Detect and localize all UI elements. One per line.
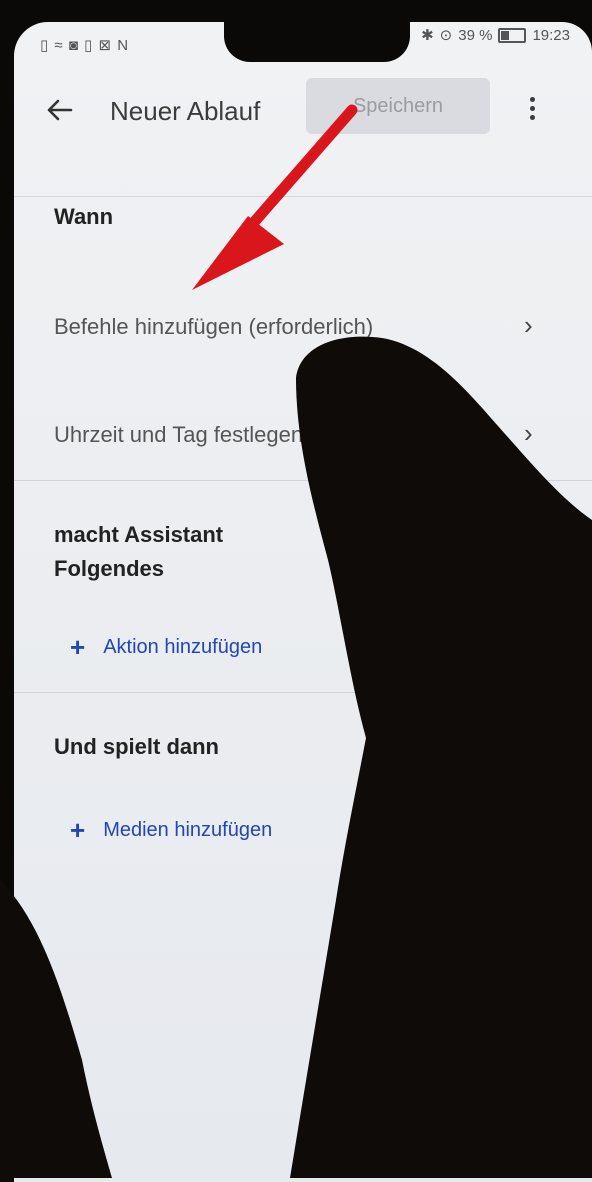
battery-level-fill (501, 30, 510, 40)
arrow-left-icon (47, 99, 73, 121)
list-item-add-commands[interactable]: Befehle hinzufügen (erforderlich) › (14, 284, 592, 374)
screen: ▯ ≈ ◙ ▯ ⊠ N ✱ ⊙ 39 % 19:23 Neuer Ablauf … (14, 22, 592, 1182)
add-media-label: Medien hinzufügen (103, 819, 273, 841)
plus-icon: + (70, 632, 86, 662)
page-title: Neuer Ablauf (110, 96, 261, 126)
app-bar-divider (14, 196, 592, 197)
add-action-button[interactable]: + Aktion hinzufügen (70, 632, 262, 663)
bluetooth-icon: ✱ (421, 27, 434, 44)
list-item-label: Befehle hinzufügen (erforderlich) (54, 314, 374, 339)
more-vertical-icon[interactable] (514, 86, 550, 130)
save-button[interactable]: Speichern (306, 78, 490, 134)
camera-notch (224, 22, 410, 62)
back-button[interactable] (40, 90, 80, 130)
chevron-right-icon: › (524, 418, 533, 448)
list-item-label: Uhrzeit und Tag festlegen (54, 422, 304, 447)
battery-icon (498, 27, 527, 43)
chevron-right-icon: › (524, 310, 533, 340)
heading-line: Folgendes (54, 556, 165, 581)
location-icon: ⊙ (439, 27, 453, 44)
add-media-button[interactable]: + Medien hinzufügen (70, 815, 272, 846)
section-divider (14, 480, 592, 481)
add-action-label: Aktion hinzufügen (103, 636, 263, 658)
section-heading-media: Und spielt dann (54, 734, 219, 759)
section-divider (14, 692, 592, 693)
list-item-set-time-day[interactable]: Uhrzeit und Tag festlegen › (14, 392, 592, 482)
status-notification-icons: ▯ ≈ ◙ ▯ ⊠ N (40, 37, 130, 54)
section-heading-when: Wann (54, 204, 114, 229)
battery-percent: 39 % (458, 26, 493, 44)
status-time: 19:23 (532, 26, 570, 44)
section-heading-actions: macht Assistant Folgendes (54, 518, 223, 586)
plus-icon: + (70, 815, 86, 845)
app-bar: Neuer Ablauf Speichern (14, 68, 592, 197)
status-system-icons: ✱ ⊙ 39 % 19:23 (421, 26, 570, 45)
heading-line: macht Assistant (54, 522, 224, 547)
phone-frame: ▯ ≈ ◙ ▯ ⊠ N ✱ ⊙ 39 % 19:23 Neuer Ablauf … (0, 0, 592, 1182)
